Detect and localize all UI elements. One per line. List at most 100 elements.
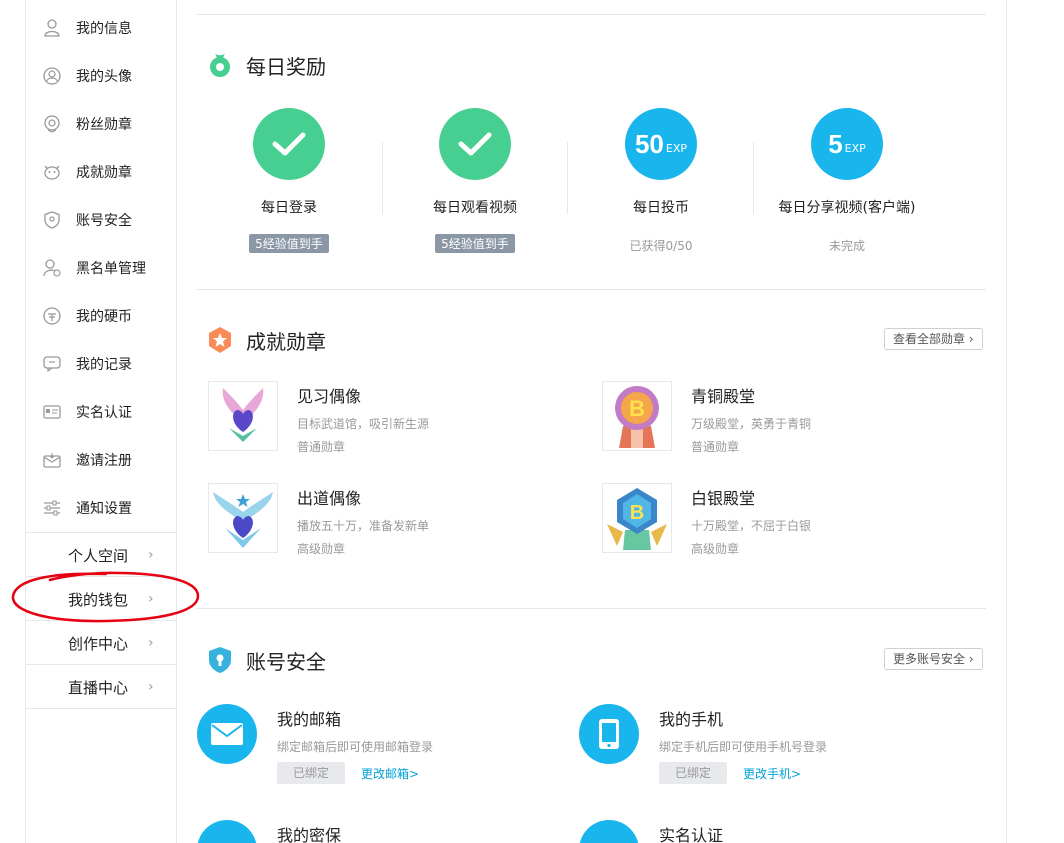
sidebar-item-label: 我的信息 [76,21,132,37]
reward-name: 每日登录 [261,200,317,216]
reward-daily-coin: 50 EXP 每日投币 已获得0/50 [568,108,754,258]
sidebar-item-blacklist[interactable]: 黑名单管理 [26,244,176,292]
medal-level: 高级勋章 [297,542,346,556]
avatar-icon [42,66,62,86]
bound-status: 已绑定 [277,762,345,784]
sidebar-item-records[interactable]: 我的记录 [26,340,176,388]
medal-item[interactable]: B 白银殿堂 十万殿堂，不屈于白银 高级勋章 [590,483,970,556]
medal-level: 高级勋章 [691,542,740,556]
nav-group-label: 创作中心 [68,634,129,653]
medal-name: 出道偶像 [297,489,362,508]
security-item-name: 实名认证 [659,826,724,843]
sidebar-item-security[interactable]: 账号安全 [26,196,176,244]
record-icon [42,354,62,374]
medal-name: 见习偶像 [297,387,362,406]
security-item-name: 我的密保 [277,826,342,843]
mail-icon [197,704,257,764]
chevron-right-icon: › [148,547,154,563]
reward-name: 每日投币 [633,200,689,216]
sidebar-item-invite[interactable]: 邀请注册 [26,436,176,484]
sidebar-item-label: 粉丝勋章 [76,117,132,133]
top-divider [196,14,986,15]
medal-desc: 目标武道馆，吸引新生源 [297,417,430,431]
medal-silver-b-icon: B [602,483,672,553]
medal-desc: 十万殿堂，不屈于白银 [691,519,812,533]
nav-live-center[interactable]: 直播中心 › [26,664,176,709]
sidebar-item-label: 我的记录 [76,357,132,373]
daily-rewards-title: 每日奖励 [246,55,326,79]
medal-desc: 播放五十万，准备发新单 [297,519,430,533]
reward-daily-share: 5 EXP 每日分享视频(客户端) 未完成 [754,108,940,258]
id-card-icon [42,402,62,422]
reward-status: 未完成 [828,239,865,253]
exp-circle-icon: 50 EXP [625,108,697,180]
section-divider [196,608,986,609]
svg-text:B: B [630,502,644,524]
medal-item[interactable]: 见习偶像 目标武道馆，吸引新生源 普通勋章 [196,381,576,454]
security-item-phone: 我的手机 绑定手机后即可使用手机号登录 已绑定 更改手机> [579,704,959,794]
security-item-password-protection: 我的密保 [197,820,577,843]
chevron-right-icon: › [148,635,154,651]
section-divider [196,289,986,290]
blacklist-icon [42,258,62,278]
medal-level: 普通勋章 [691,440,740,454]
reward-daily-login: 每日登录 5经验值到手 [196,108,382,258]
real-name-icon [579,820,639,843]
sidebar-item-label: 通知设置 [76,501,132,517]
lock-shield-icon [209,647,231,673]
sidebar-item-avatar[interactable]: 我的头像 [26,52,176,100]
more-security-button[interactable]: 更多账号安全 › [884,648,983,670]
fan-medal-icon [42,114,62,134]
medal-wing-heart-icon [208,381,278,451]
security-item-real-name: 实名认证 [579,820,959,843]
reward-status-badge: 5经验值到手 [249,234,329,253]
exp-unit: EXP [665,141,688,155]
user-icon [42,18,62,38]
sidebar-item-achievement[interactable]: 成就勋章 [26,148,176,196]
medal-item[interactable]: 出道偶像 播放五十万，准备发新单 高级勋章 [196,483,576,556]
bound-status: 已绑定 [659,762,727,784]
phone-icon [579,704,639,764]
medals-title: 成就勋章 [246,330,326,354]
medal-name: 白银殿堂 [691,489,756,508]
nav-group-label: 个人空间 [68,546,129,565]
reward-status-badge: 5经验值到手 [435,234,515,253]
button-label: 查看全部勋章 [893,332,966,346]
sidebar-item-label: 实名认证 [76,405,132,421]
sidebar-item-my-info[interactable]: 我的信息 [26,4,176,52]
security-item-name: 我的手机 [659,710,724,729]
nav-personal-space[interactable]: 个人空间 › [26,532,176,577]
security-item-desc: 绑定邮箱后即可使用邮箱登录 [277,740,434,754]
nav-group-label: 我的钱包 [68,590,129,609]
exp-value: 5 [828,128,843,159]
svg-text:B: B [629,396,645,421]
sidebar: 我的信息 我的头像 粉丝勋章 成就勋章 账号安全 黑名单管理 我的硬币 我的记录… [26,0,177,843]
sidebar-item-label: 账号安全 [76,213,132,229]
medal-level: 普通勋章 [297,440,346,454]
sidebar-item-fan-medal[interactable]: 粉丝勋章 [26,100,176,148]
sidebar-item-notifications[interactable]: 通知设置 [26,484,176,532]
shield-icon [42,210,62,230]
reward-daily-watch: 每日观看视频 5经验值到手 [382,108,568,258]
sidebar-bottom-divider [26,708,176,709]
achievement-icon [42,162,62,182]
nav-creation-center[interactable]: 创作中心 › [26,620,176,665]
view-all-medals-button[interactable]: 查看全部勋章 › [884,328,983,350]
nav-group-label: 直播中心 [68,678,129,697]
sidebar-item-real-name[interactable]: 实名认证 [26,388,176,436]
coin-icon [42,306,62,326]
check-circle-icon [253,108,325,180]
sidebar-item-coins[interactable]: 我的硬币 [26,292,176,340]
main-content: 每日奖励 每日登录 5经验值到手 每日观看视频 5经验值到手 50 EXP 每日投… [196,0,988,843]
sidebar-item-label: 成就勋章 [76,165,132,181]
security-item-name: 我的邮箱 [277,710,342,729]
medal-desc: 万级殿堂，英勇于青铜 [691,417,812,431]
nav-my-wallet[interactable]: 我的钱包 › [26,576,176,621]
medal-item[interactable]: B 青铜殿堂 万级殿堂，英勇于青铜 普通勋章 [590,381,970,454]
change-email-link[interactable]: 更改邮箱> [361,765,419,782]
sidebar-item-label: 邀请注册 [76,453,132,469]
check-circle-icon [439,108,511,180]
change-phone-link[interactable]: 更改手机> [743,765,801,782]
sidebar-item-label: 我的头像 [76,69,132,85]
chevron-right-icon: › [148,591,154,607]
